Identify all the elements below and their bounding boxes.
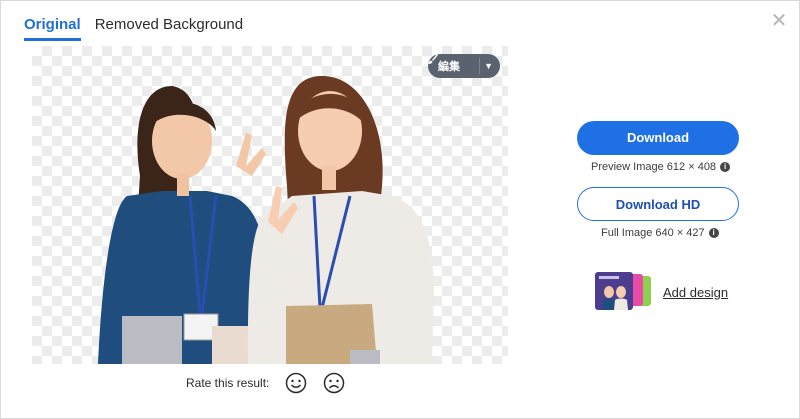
design-thumbnails-icon <box>595 272 653 312</box>
smile-face-icon[interactable] <box>285 372 307 394</box>
tab-original[interactable]: Original <box>24 16 81 41</box>
preview-image-text: Preview Image 612 × 408 <box>591 161 717 173</box>
rating-bar: Rate this result: <box>186 372 345 394</box>
caret-down-icon[interactable]: ▼ <box>484 61 493 71</box>
thumb-purple <box>595 272 633 310</box>
edit-button[interactable]: 編集 ▼ <box>428 54 500 78</box>
tab-bar: Original Removed Background <box>24 16 243 41</box>
frown-face-icon[interactable] <box>323 372 345 394</box>
thumb-photo <box>599 276 628 310</box>
person-left <box>98 86 272 364</box>
edit-label: 編集 <box>438 61 460 73</box>
full-image-text: Full Image 640 × 427 <box>601 227 705 239</box>
download-hd-button[interactable]: Download HD <box>577 187 739 221</box>
add-design-row[interactable]: Add design <box>595 272 728 312</box>
image-preview: 編集 ▼ <box>32 46 508 364</box>
brush-icon <box>428 54 438 64</box>
edit-separator <box>479 58 480 74</box>
download-button[interactable]: Download <box>577 121 739 155</box>
person-right <box>247 76 434 364</box>
rating-label: Rate this result: <box>186 376 270 390</box>
info-icon[interactable]: i <box>720 162 731 172</box>
full-image-info: Full Image 640 × 427 i <box>601 227 719 239</box>
photo-illustration <box>98 76 434 364</box>
add-design-link[interactable]: Add design <box>663 285 728 300</box>
info-icon[interactable]: i <box>708 228 719 238</box>
preview-image-info: Preview Image 612 × 408 i <box>591 161 731 173</box>
tab-removed-background[interactable]: Removed Background <box>95 16 243 41</box>
close-icon[interactable]: ✕ <box>770 11 788 31</box>
